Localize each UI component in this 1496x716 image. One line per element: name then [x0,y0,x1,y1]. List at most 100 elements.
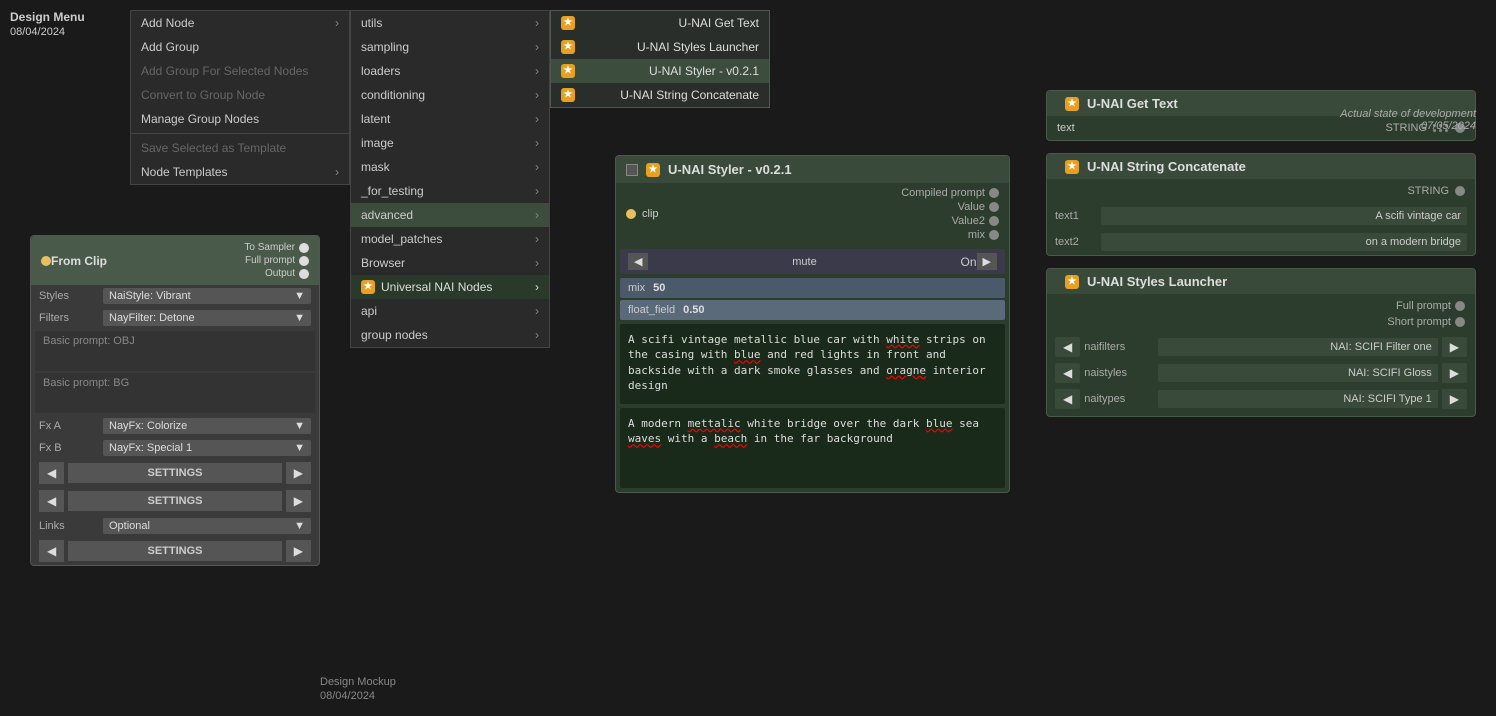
settings-3-fwd[interactable]: ▶ [286,540,311,562]
full-prompt-output-label: Full prompt [1396,300,1451,312]
menu-l2-conditioning[interactable]: conditioning› [351,83,549,107]
mix-output-label: mix [968,229,985,241]
full-prompt-connector [299,256,309,266]
links-label: Links [39,520,99,532]
settings-2-fwd[interactable]: ▶ [286,490,311,512]
get-text-icon: ★ [1065,97,1079,111]
output-label: Output [265,268,295,279]
menu-l2-for-testing[interactable]: _for_testing› [351,179,549,203]
naifilters-next[interactable]: ▶ [1442,337,1467,357]
menu-manage-group[interactable]: Manage Group Nodes [131,107,349,131]
menu-l3-styles-launcher[interactable]: ★ U-NAI Styles Launcher [551,35,769,59]
menu-add-group-selected: Add Group For Selected Nodes [131,59,349,83]
basic-prompt-bg: Basic prompt: BG [35,373,315,413]
menu-l2-browser[interactable]: Browser› [351,251,549,275]
output-connector [299,269,309,279]
mute-prev-btn[interactable]: ◀ [628,253,648,270]
settings-1-btn[interactable]: SETTINGS [68,463,282,483]
settings-3-btn[interactable]: SETTINGS [68,541,282,561]
naistyles-next[interactable]: ▶ [1442,363,1467,383]
mix-slider[interactable]: mix 50 [620,278,1005,298]
unai-styler-node: ★ U-NAI Styler - v0.2.1 clip Compiled pr… [615,155,1010,493]
links-dropdown-arrow: ▼ [294,520,305,532]
mix-slider-val: 50 [653,282,665,294]
settings-2-btn[interactable]: SETTINGS [68,491,282,511]
full-prompt-output-dot [1455,301,1465,311]
mute-state: On [961,255,977,269]
compiled-prompt-label: Compiled prompt [901,187,985,199]
fx-a-field: Fx A NayFx: Colorize ▼ [31,415,319,437]
nai-get-text-icon: ★ [561,16,575,30]
naifilters-label: naifilters [1084,341,1154,353]
menu-l2-utils[interactable]: utils› [351,11,549,35]
menu-l2-loaders[interactable]: loaders› [351,59,549,83]
menu-l3-styler[interactable]: ★ U-NAI Styler - v0.2.1 [551,59,769,83]
from-clip-header: From Clip To Sampler Full prompt Output [31,236,319,285]
float-field-slider[interactable]: float_field 0.50 [620,300,1005,320]
naitypes-row: ◀ naitypes NAI: SCIFI Type 1 ▶ [1047,386,1475,412]
text2-label: text2 [1055,236,1095,248]
menu-l2-group-nodes[interactable]: group nodes› [351,323,549,347]
to-sampler-label: To Sampler [244,242,295,253]
styler-text-area-1[interactable]: A scifi vintage metallic blue car with w… [620,324,1005,404]
mute-control: ◀ mute On ▶ [620,249,1005,274]
menu-l3-get-text[interactable]: ★ U-NAI Get Text [551,11,769,35]
settings-row-3: ◀ SETTINGS ▶ [31,537,319,565]
string-concat-header: ★ U-NAI String Concatenate [1047,154,1475,179]
fx-b-value[interactable]: NayFx: Special 1 ▼ [103,440,311,456]
settings-1-fwd[interactable]: ▶ [286,462,311,484]
get-text-title: U-NAI Get Text [1087,96,1178,111]
menu-add-node[interactable]: Add Node › [131,11,349,35]
menu-l2-mask[interactable]: mask› [351,155,549,179]
menu-l2-api[interactable]: api› [351,299,549,323]
short-prompt-output-label: Short prompt [1387,316,1451,328]
fx-a-value[interactable]: NayFx: Colorize ▼ [103,418,311,434]
menu-node-templates[interactable]: Node Templates › [131,160,349,184]
text1-field[interactable]: A scifi vintage car [1101,207,1467,225]
settings-row-1: ◀ SETTINGS ▶ [31,459,319,487]
naistyles-prev[interactable]: ◀ [1055,363,1080,383]
menu-l2-sampling[interactable]: sampling› [351,35,549,59]
settings-row-2: ◀ SETTINGS ▶ [31,487,319,515]
styles-value[interactable]: NaiStyle: Vibrant ▼ [103,288,311,304]
submenu-arrow-templates: › [335,165,339,179]
styles-launcher-title: U-NAI Styles Launcher [1087,274,1227,289]
value-dot [989,202,999,212]
menu-l2-model-patches[interactable]: model_patches› [351,227,549,251]
settings-1-back[interactable]: ◀ [39,462,64,484]
naitypes-label: naitypes [1084,393,1154,405]
naifilters-value: NAI: SCIFI Filter one [1158,338,1438,356]
menu-l2-image[interactable]: image› [351,131,549,155]
naifilters-prev[interactable]: ◀ [1055,337,1080,357]
unai-styler-checkbox[interactable] [626,164,638,176]
text2-row: text2 on a modern bridge [1047,229,1475,255]
text-area-2-content: A modern mettalic white bridge over the … [628,417,979,445]
text1-row: text1 A scifi vintage car [1047,203,1475,229]
unai-styles-launcher-node: ★ U-NAI Styles Launcher Full prompt Shor… [1046,268,1476,417]
get-text-output-label: text [1057,122,1075,134]
menu-l2-universal-nai[interactable]: ★ Universal NAI Nodes › [351,275,549,299]
naistyles-label: naistyles [1084,367,1154,379]
filters-label: Filters [39,312,99,324]
design-mockup-label: Design Mockup [320,676,396,688]
menu-l2-advanced[interactable]: advanced› [351,203,549,227]
menu-add-group[interactable]: Add Group [131,35,349,59]
settings-2-back[interactable]: ◀ [39,490,64,512]
nai-string-concat-icon: ★ [561,88,575,102]
filters-value[interactable]: NayFilter: Detone ▼ [103,310,311,326]
unai-styler-title: U-NAI Styler - v0.2.1 [668,162,792,177]
menu-l3-string-concat[interactable]: ★ U-NAI String Concatenate [551,83,769,107]
text2-field[interactable]: on a modern bridge [1101,233,1467,251]
naitypes-next[interactable]: ▶ [1442,389,1467,409]
links-field: Links Optional ▼ [31,515,319,537]
mix-slider-label: mix [628,282,645,294]
text1-label: text1 [1055,210,1095,222]
from-clip-node: From Clip To Sampler Full prompt Output … [30,235,320,566]
naitypes-prev[interactable]: ◀ [1055,389,1080,409]
value2-label: Value2 [952,215,985,227]
links-value[interactable]: Optional ▼ [103,518,311,534]
settings-3-back[interactable]: ◀ [39,540,64,562]
mute-next-btn[interactable]: ▶ [977,253,997,270]
menu-l2-latent[interactable]: latent› [351,107,549,131]
styler-text-area-2[interactable]: A modern mettalic white bridge over the … [620,408,1005,488]
